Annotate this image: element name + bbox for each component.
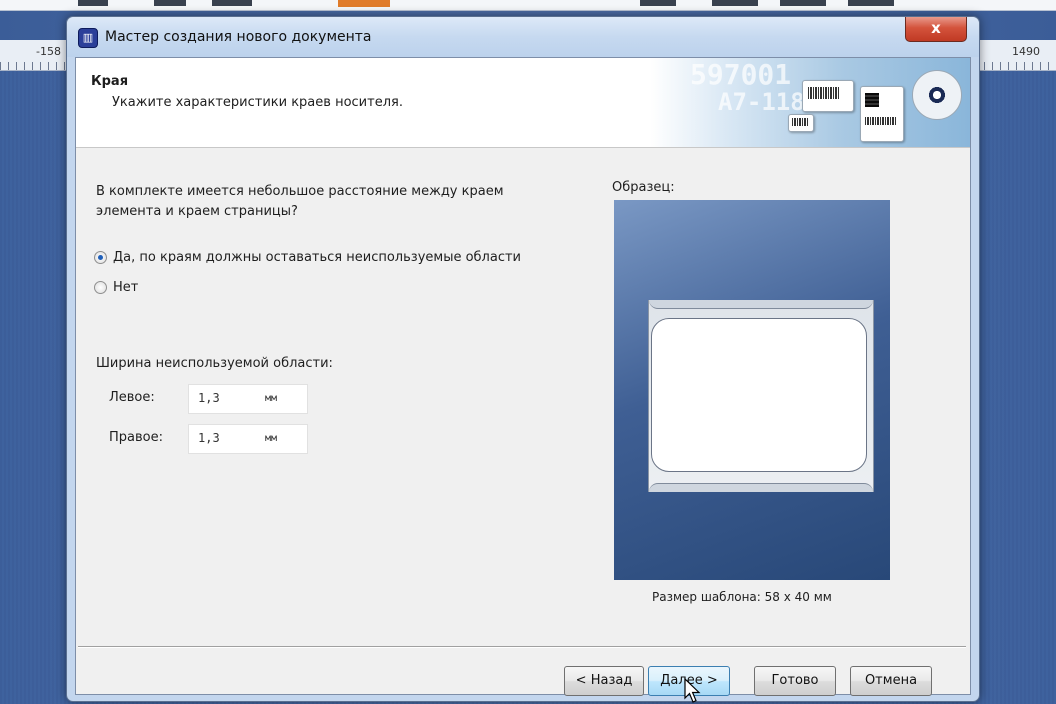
step-subtitle: Укажите характеристики краев носителя. — [112, 95, 403, 110]
shipping-label-icon — [860, 86, 904, 142]
button-separator — [78, 646, 966, 648]
unused-width-title: Ширина неиспользуемой области: — [96, 356, 333, 371]
sample-preview — [614, 200, 890, 580]
cancel-button[interactable]: Отмена — [850, 666, 932, 696]
label-roll-strip — [648, 300, 874, 492]
small-label-icon — [788, 114, 814, 132]
ruler-right-label: 1490 — [1012, 45, 1040, 58]
right-margin-value[interactable]: 1,3 — [198, 431, 220, 445]
barcode-app-icon: ▥ — [78, 28, 98, 48]
qr-code-icon — [865, 93, 879, 107]
toolbar-fragment — [212, 0, 252, 6]
option-no[interactable]: Нет — [94, 280, 138, 295]
radio-button[interactable] — [94, 281, 107, 294]
wizard-header: Края Укажите характеристики краев носите… — [76, 58, 970, 148]
banner-decor-text: 597001 — [690, 58, 792, 91]
new-document-wizard-dialog: ▥ Мастер создания нового документа x Кра… — [66, 16, 980, 703]
sample-label: Образец: — [612, 180, 675, 195]
barcode-icon — [865, 117, 897, 125]
barcode-icon — [792, 118, 808, 126]
toolbar-fragment — [78, 0, 108, 6]
dialog-title: Мастер создания нового документа — [105, 29, 372, 45]
left-margin-label: Левое: — [109, 390, 155, 405]
radio-button-checked[interactable] — [94, 251, 107, 264]
template-size-text: Размер шаблона: 58 x 40 мм — [652, 590, 832, 604]
option-yes-label[interactable]: Да, по краям должны оставаться неиспольз… — [113, 250, 521, 265]
application-toolbar — [0, 0, 1056, 11]
dialog-titlebar[interactable]: ▥ Мастер создания нового документа x — [67, 17, 979, 57]
toolbar-fragment — [848, 0, 894, 6]
close-button[interactable]: x — [905, 17, 967, 42]
cd-disc-icon — [912, 70, 962, 120]
left-margin-unit: мм — [265, 393, 278, 404]
toolbar-active-tab[interactable] — [338, 0, 390, 7]
label-preview — [651, 318, 867, 472]
left-margin-input[interactable]: 1,3 мм — [188, 384, 308, 414]
header-banner-image: 597001 A7-118 — [650, 58, 970, 147]
option-no-label[interactable]: Нет — [113, 280, 138, 295]
step-title: Края — [91, 74, 129, 89]
ruler-left-label: -158 — [36, 45, 61, 58]
banner-decor-text: A7-118 — [718, 88, 805, 116]
mouse-cursor-icon — [684, 678, 701, 703]
toolbar-fragment — [780, 0, 826, 6]
right-margin-input[interactable]: 1,3 мм — [188, 424, 308, 454]
right-margin-unit: мм — [265, 433, 278, 444]
back-button[interactable]: < Назад — [564, 666, 644, 696]
option-yes[interactable]: Да, по краям должны оставаться неиспольз… — [94, 250, 521, 265]
next-label-edge — [649, 483, 873, 492]
toolbar-fragment — [640, 0, 676, 6]
left-margin-value[interactable]: 1,3 — [198, 391, 220, 405]
toolbar-fragment — [154, 0, 186, 6]
finish-button[interactable]: Готово — [754, 666, 836, 696]
margin-question: В комплекте имеется небольшое расстояние… — [96, 184, 504, 219]
barcode-label-icon — [802, 80, 854, 112]
previous-label-edge — [649, 300, 873, 309]
toolbar-fragment — [712, 0, 758, 6]
dialog-content: Края Укажите характеристики краев носите… — [75, 57, 971, 703]
barcode-icon — [808, 87, 840, 99]
right-margin-label: Правое: — [109, 430, 163, 445]
